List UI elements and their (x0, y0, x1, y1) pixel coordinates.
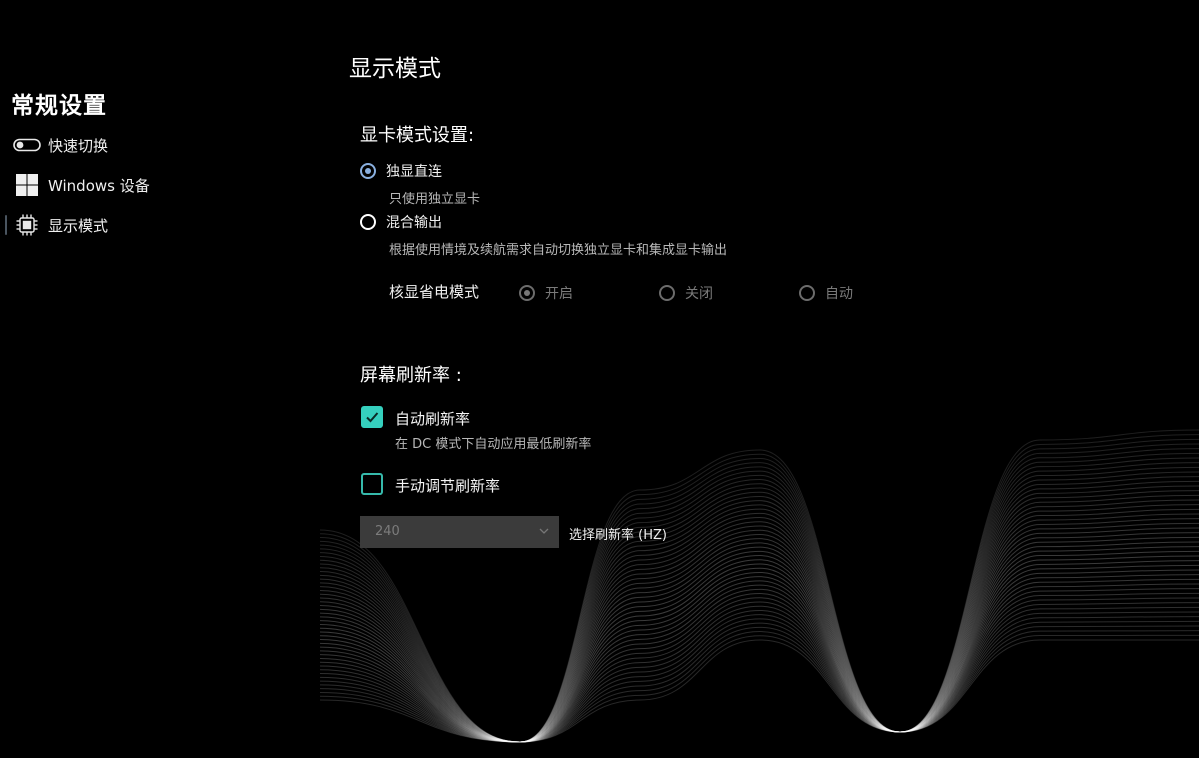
wave-line (319, 532, 1199, 743)
radio-dgpu-direct[interactable]: 独显直连 (360, 161, 442, 181)
radio-hybrid-output[interactable]: 混合输出 (360, 212, 442, 232)
wave-line (319, 452, 1199, 743)
radio-label: 独显直连 (386, 164, 442, 180)
wave-line (319, 555, 1199, 743)
wave-line (319, 630, 1199, 743)
refresh-rate-value: 240 (375, 524, 400, 539)
wave-line (319, 606, 1199, 743)
wave-line (319, 574, 1199, 743)
wave-line (319, 616, 1199, 743)
sidebar: 常规设置 快速切换 Windows 设备 显示模式 (0, 0, 300, 758)
wave-line (319, 462, 1199, 743)
refresh-rate-caption: 选择刷新率 (HZ) (569, 528, 667, 543)
radio-label: 关闭 (685, 286, 713, 302)
radio-button-selected[interactable] (360, 163, 376, 179)
checkmark-icon (366, 412, 379, 423)
wave-line (319, 602, 1199, 743)
wave-line (319, 611, 1199, 743)
wave-line (319, 550, 1199, 743)
wave-line (319, 541, 1199, 743)
radio-button[interactable] (360, 214, 376, 230)
wave-line (319, 592, 1199, 743)
manual-refresh-checkbox[interactable] (361, 473, 383, 495)
radio-button-selected-disabled[interactable] (519, 285, 535, 301)
wave-line (319, 536, 1199, 743)
radio-igpu-on[interactable]: 开启 (519, 283, 573, 303)
radio-button-disabled[interactable] (799, 285, 815, 301)
wave-line (319, 578, 1199, 743)
wave-line (319, 518, 1199, 743)
sidebar-title: 常规设置 (11, 93, 107, 119)
wave-line (319, 564, 1199, 743)
igpu-power-saving-label: 核显省电模式 (389, 283, 480, 301)
refresh-rate-select[interactable]: 240 (360, 516, 559, 548)
sidebar-item-label: 显示模式 (48, 217, 109, 235)
sidebar-item-quick-switch[interactable]: 快速切换 (0, 130, 290, 160)
wave-line (319, 639, 1199, 743)
radio-igpu-auto[interactable]: 自动 (799, 283, 853, 303)
radio-description: 根据使用情境及续航需求自动切换独立显卡和集成显卡输出 (389, 243, 728, 258)
sidebar-item-label: 快速切换 (48, 137, 109, 155)
cpu-chip-icon (13, 213, 41, 237)
wave-line (319, 513, 1199, 743)
wave-line (319, 597, 1199, 743)
sidebar-item-windows-devices[interactable]: Windows 设备 (0, 170, 290, 200)
windows-logo-icon (13, 173, 41, 197)
wave-line (319, 546, 1199, 743)
wave-line (319, 457, 1199, 743)
wave-line (319, 560, 1199, 743)
toggle-icon (13, 133, 41, 157)
active-indicator (5, 215, 7, 235)
refresh-rate-section-title: 屏幕刷新率 : (360, 365, 462, 386)
wave-line (319, 471, 1199, 743)
wave-line (319, 522, 1199, 743)
wave-line (319, 527, 1199, 743)
page-title: 显示模式 (349, 56, 441, 82)
radio-label: 开启 (545, 286, 573, 302)
wave-line (319, 625, 1199, 743)
wave-line (319, 466, 1199, 743)
wave-line (319, 634, 1199, 743)
wave-line (319, 569, 1199, 743)
radio-button-disabled[interactable] (659, 285, 675, 301)
radio-label: 混合输出 (386, 215, 442, 231)
auto-refresh-description: 在 DC 模式下自动应用最低刷新率 (395, 437, 592, 452)
manual-refresh-label: 手动调节刷新率 (395, 477, 501, 495)
wave-line (319, 583, 1199, 743)
radio-label: 自动 (825, 286, 853, 302)
chevron-down-icon (539, 528, 549, 534)
sidebar-item-label: Windows 设备 (48, 177, 150, 195)
sidebar-item-display-mode[interactable]: 显示模式 (0, 210, 290, 240)
auto-refresh-checkbox[interactable] (361, 406, 383, 428)
radio-igpu-off[interactable]: 关闭 (659, 283, 713, 303)
gpu-mode-section-title: 显卡模式设置: (360, 125, 475, 146)
wave-line (319, 588, 1199, 743)
wave-line (319, 620, 1199, 743)
auto-refresh-label: 自动刷新率 (395, 410, 471, 428)
radio-description: 只使用独立显卡 (389, 192, 481, 207)
app-window: 常规设置 快速切换 Windows 设备 显示模式 显示模式 显卡模式设置: 独… (0, 0, 1199, 758)
